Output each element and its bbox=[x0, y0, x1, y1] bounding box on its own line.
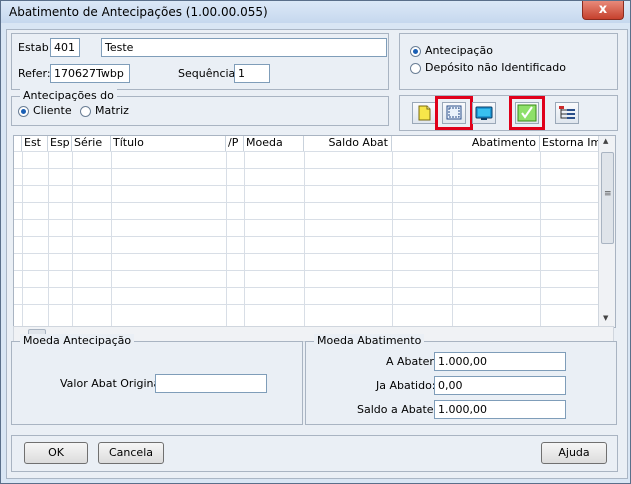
grid-row-line bbox=[14, 236, 599, 237]
grid-row-header bbox=[14, 136, 22, 151]
vertical-scroll-thumb[interactable]: ≡ bbox=[601, 152, 614, 244]
antecipacao-label: Antecipação bbox=[425, 44, 493, 57]
radio-antecipacao[interactable] bbox=[410, 46, 421, 57]
matriz-label: Matriz bbox=[95, 104, 129, 117]
title-bar[interactable]: Abatimento de Antecipações (1.00.00.055)… bbox=[1, 1, 630, 23]
monitor-icon bbox=[475, 106, 493, 120]
grid-row-line bbox=[14, 270, 599, 271]
grid-line bbox=[22, 151, 23, 327]
help-button[interactable]: Ajuda bbox=[541, 442, 607, 464]
moeda-abatimento-legend: Moeda Abatimento bbox=[314, 334, 425, 347]
cancel-button[interactable]: Cancela bbox=[98, 442, 164, 464]
grid-row-line bbox=[14, 304, 599, 305]
new-document-button[interactable] bbox=[412, 102, 436, 124]
refer-field[interactable]: 170627Twbp bbox=[50, 64, 130, 83]
grid-line bbox=[48, 151, 49, 327]
refer-label: Refer: bbox=[18, 67, 51, 80]
scroll-grip-icon: ≡ bbox=[604, 189, 612, 199]
type-panel: Antecipação Depósito não Identificado bbox=[399, 33, 618, 90]
estab-label: Estab: bbox=[18, 41, 53, 54]
saldo-a-abater-field[interactable]: 1.000,00 bbox=[434, 400, 566, 419]
cliente-label: Cliente bbox=[33, 104, 72, 117]
valor-abat-original-field[interactable] bbox=[155, 374, 267, 393]
grid-line bbox=[540, 151, 541, 327]
ok-button[interactable]: OK bbox=[24, 442, 88, 464]
grid-row-line bbox=[14, 253, 599, 254]
col-abatimento[interactable]: Abatimento bbox=[392, 136, 540, 151]
grid-row-line bbox=[14, 219, 599, 220]
grid-line bbox=[392, 151, 393, 327]
header-panel: Estab: 401 Teste Refer: 170627Twbp Sequê… bbox=[11, 33, 389, 90]
col-saldo-abat[interactable]: Saldo Abat bbox=[304, 136, 392, 151]
ja-abatido-field[interactable]: 0,00 bbox=[434, 376, 566, 395]
col-est[interactable]: Est bbox=[22, 136, 48, 151]
col-titulo[interactable]: Título bbox=[111, 136, 226, 151]
select-all-button[interactable] bbox=[442, 102, 466, 124]
sequencia-label: Sequência: bbox=[178, 67, 239, 80]
estab-name-field[interactable]: Teste bbox=[101, 38, 387, 57]
deposito-label: Depósito não Identificado bbox=[425, 61, 566, 74]
window-title: Abatimento de Antecipações (1.00.00.055) bbox=[9, 5, 268, 19]
confirm-button[interactable] bbox=[515, 102, 539, 124]
footer-panel: OK Cancela Ajuda bbox=[11, 435, 618, 472]
grid-row-line bbox=[14, 287, 599, 288]
col-parcela[interactable]: /P bbox=[226, 136, 244, 151]
col-serie[interactable]: Série bbox=[72, 136, 111, 151]
ja-abatido-label: Ja Abatido: bbox=[376, 379, 436, 392]
antecipacoes-do-legend: Antecipações do bbox=[20, 89, 117, 102]
moeda-abatimento-group: Moeda Abatimento A Abater: 1.000,00 Ja A… bbox=[305, 334, 617, 425]
scroll-down-icon[interactable]: ▼ bbox=[603, 314, 608, 322]
radio-cliente[interactable] bbox=[18, 106, 29, 117]
close-button[interactable]: x bbox=[582, 1, 624, 20]
grid-line bbox=[72, 151, 73, 327]
grid-row-line bbox=[14, 168, 599, 169]
valor-abat-original-label: Valor Abat Original: bbox=[60, 377, 168, 390]
grid-line bbox=[304, 151, 305, 327]
grid-vertical-scrollbar[interactable]: ▲ ≡ ▼ bbox=[598, 136, 615, 327]
estab-field[interactable]: 401 bbox=[50, 38, 80, 57]
a-abater-label: A Abater: bbox=[386, 355, 438, 368]
select-all-icon bbox=[446, 105, 462, 120]
new-document-icon bbox=[418, 105, 431, 121]
grid-line bbox=[452, 151, 453, 327]
antecipacoes-grid[interactable]: Est Esp Série Título /P Moeda Saldo Abat… bbox=[13, 135, 616, 328]
grid-line bbox=[244, 151, 245, 327]
grid-line bbox=[111, 151, 112, 327]
moeda-antecipacao-group: Moeda Antecipação Valor Abat Original: bbox=[11, 334, 303, 425]
toolbar-panel bbox=[399, 95, 618, 131]
grid-line bbox=[226, 151, 227, 327]
checkmark-icon bbox=[517, 104, 537, 122]
a-abater-field[interactable]: 1.000,00 bbox=[434, 352, 566, 371]
radio-deposito[interactable] bbox=[410, 63, 421, 74]
scroll-up-icon[interactable]: ▲ bbox=[603, 137, 608, 145]
main-window: Abatimento de Antecipações (1.00.00.055)… bbox=[0, 0, 631, 484]
moeda-antecipacao-legend: Moeda Antecipação bbox=[20, 334, 135, 347]
col-esp[interactable]: Esp bbox=[48, 136, 72, 151]
monitor-button[interactable] bbox=[472, 102, 496, 124]
saldo-a-abater-label: Saldo a Abater: bbox=[357, 403, 442, 416]
col-moeda[interactable]: Moeda bbox=[244, 136, 304, 151]
antecipacoes-do-group: Antecipações do Cliente Matriz bbox=[11, 89, 389, 126]
sequencia-field[interactable]: 1 bbox=[234, 64, 270, 83]
grid-row-line bbox=[14, 202, 599, 203]
radio-matriz[interactable] bbox=[80, 106, 91, 117]
col-estorna-impl[interactable]: Estorna Impl bbox=[540, 136, 599, 151]
grid-row-line bbox=[14, 151, 599, 152]
dialog-client: Estab: 401 Teste Refer: 170627Twbp Sequê… bbox=[6, 29, 628, 479]
tree-list-icon bbox=[559, 106, 575, 119]
grid-row-line bbox=[14, 185, 599, 186]
tree-button[interactable] bbox=[555, 102, 579, 124]
